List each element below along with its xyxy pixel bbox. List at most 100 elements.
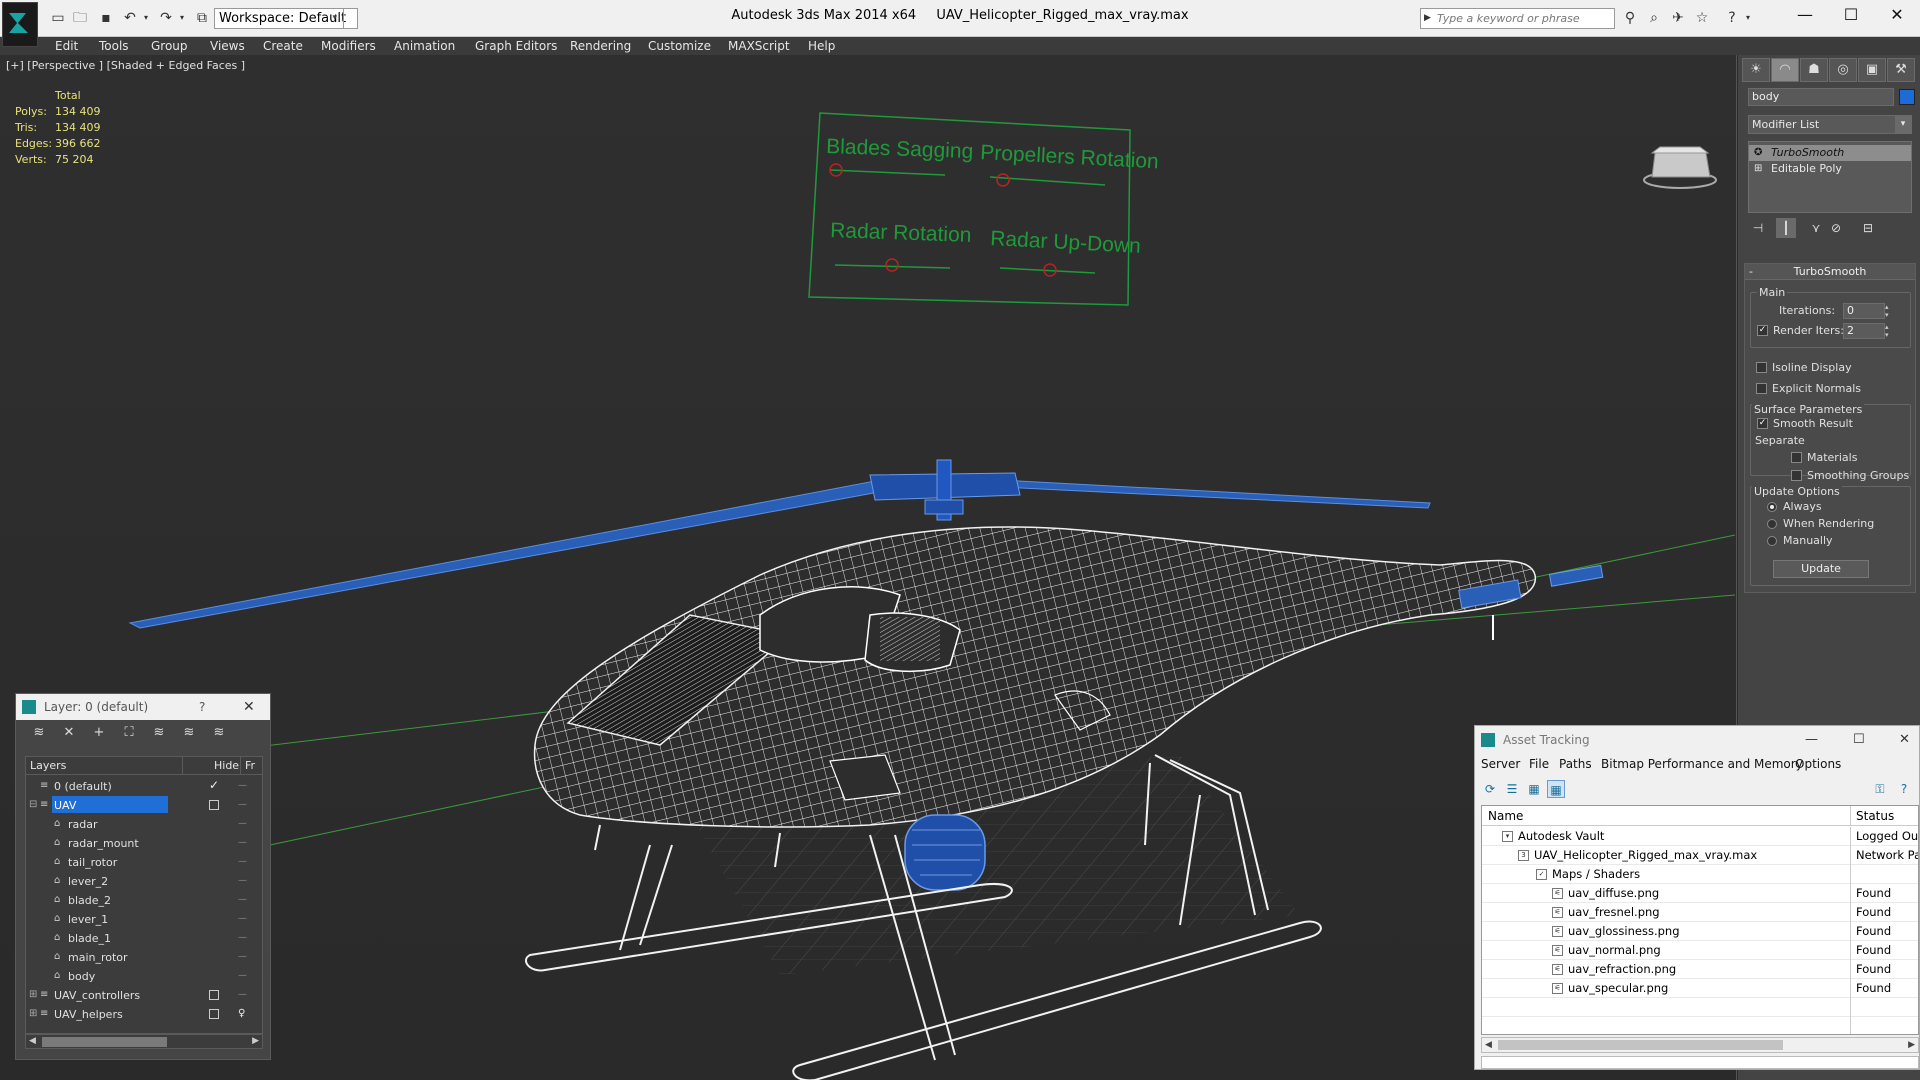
help-dropdown-icon[interactable]: ▾: [1738, 9, 1758, 27]
asset-menu-file[interactable]: File: [1529, 754, 1549, 774]
search-tools-icon[interactable]: ⌕: [1644, 9, 1664, 27]
freeze-toggle[interactable]: ––: [238, 833, 258, 852]
delete-layer-icon[interactable]: ✕: [60, 724, 78, 742]
explicit-normals-checkbox[interactable]: [1756, 383, 1767, 394]
lightbulb-icon[interactable]: ♀: [238, 1004, 245, 1023]
hide-column-header[interactable]: Hide: [214, 757, 239, 775]
favorites-star-icon[interactable]: ☆: [1692, 9, 1712, 27]
layer-row[interactable]: ⊞ ≡ UAV_helpers ♀: [26, 1004, 262, 1023]
menu-tools[interactable]: Tools: [99, 37, 129, 55]
rollout-header[interactable]: - TurboSmooth: [1745, 264, 1915, 280]
server-login-icon[interactable]: ⚿: [1871, 780, 1889, 798]
hide-all-icon[interactable]: ≋: [180, 724, 198, 742]
asset-row[interactable]: ⚟ uav_refraction.png Found: [1482, 960, 1918, 979]
menu-help[interactable]: Help: [808, 37, 835, 55]
freeze-toggle[interactable]: ––: [238, 928, 258, 947]
menu-edit[interactable]: Edit: [55, 37, 78, 55]
stack-item-editable-poly[interactable]: ⊞ Editable Poly: [1749, 161, 1911, 177]
iterations-spinner[interactable]: 0 ▴ ▾: [1843, 303, 1889, 319]
scroll-left-icon[interactable]: ◀: [1485, 1038, 1492, 1052]
highlight-layer-icon[interactable]: ≋: [150, 724, 168, 742]
stack-item-turbosmooth[interactable]: ✪ TurboSmooth: [1749, 145, 1911, 161]
freeze-all-icon[interactable]: ≋: [210, 724, 228, 742]
configure-sets-icon[interactable]: ⊟: [1858, 218, 1878, 238]
separate-materials-checkbox[interactable]: [1791, 452, 1802, 463]
pin-stack-icon[interactable]: ⊣: [1748, 218, 1768, 238]
asset-window-titlebar[interactable]: Asset Tracking — ☐ ✕: [1475, 726, 1919, 754]
freeze-toggle[interactable]: ––: [238, 890, 258, 909]
undo-dropdown-icon[interactable]: ▾: [136, 9, 156, 27]
radar-rotation-slider-handle[interactable]: [885, 258, 899, 272]
project-folder-icon[interactable]: ⧉: [192, 9, 212, 27]
close-icon[interactable]: ✕: [243, 694, 255, 720]
workspace-expand-button[interactable]: [343, 8, 358, 29]
layer-row[interactable]: ⌂ lever_2 ––: [26, 871, 262, 890]
expand-plus-icon[interactable]: ⊞: [1754, 161, 1762, 177]
menu-customize[interactable]: Customize: [648, 37, 711, 55]
binoculars-icon[interactable]: ⚲: [1620, 9, 1640, 27]
new-layer-icon[interactable]: ≋: [30, 724, 48, 742]
object-color-swatch[interactable]: [1899, 89, 1915, 105]
freeze-column-header[interactable]: Fr: [245, 757, 255, 775]
isoline-display-checkbox[interactable]: [1756, 362, 1767, 373]
asset-row[interactable]: ✓ Maps / Shaders: [1482, 865, 1918, 884]
workspace-dropdown[interactable]: Workspace: Default ▾: [214, 8, 358, 29]
communication-center-icon[interactable]: ✈: [1668, 9, 1688, 27]
freeze-toggle[interactable]: ––: [238, 814, 258, 833]
lightbulb-icon[interactable]: ✪: [1754, 145, 1762, 161]
viewcube[interactable]: [1643, 146, 1717, 189]
menu-modifiers[interactable]: Modifiers: [321, 37, 376, 55]
layer-row[interactable]: ⌂ lever_1 ––: [26, 909, 262, 928]
update-always-radio[interactable]: [1767, 502, 1777, 512]
hide-toggle[interactable]: [209, 1009, 219, 1019]
horizontal-scrollbar[interactable]: ◀ ▶: [1481, 1037, 1919, 1053]
thumbnail-view-icon[interactable]: ▦: [1525, 780, 1543, 798]
layer-help-button[interactable]: ?: [199, 694, 205, 720]
menu-animation[interactable]: Animation: [394, 37, 455, 55]
menu-maxscript[interactable]: MAXScript: [728, 37, 790, 55]
render-iters-checkbox[interactable]: ✓: [1757, 325, 1768, 336]
display-tab-icon[interactable]: ▣: [1858, 58, 1886, 82]
expand-plus-icon[interactable]: ⊞: [29, 985, 37, 1004]
new-file-icon[interactable]: ▭: [48, 9, 68, 27]
maximize-button[interactable]: ☐: [1828, 0, 1874, 30]
utilities-tab-icon[interactable]: ⚒: [1887, 58, 1915, 82]
menu-rendering[interactable]: Rendering: [570, 37, 631, 55]
freeze-toggle[interactable]: ––: [238, 795, 258, 814]
layer-row[interactable]: ⊟ ≡ UAV ––: [26, 795, 262, 814]
close-button[interactable]: ✕: [1874, 0, 1920, 30]
asset-row[interactable]: ⚟ uav_normal.png Found: [1482, 941, 1918, 960]
layer-row[interactable]: ⌂ main_rotor ––: [26, 947, 262, 966]
rig-control-panel[interactable]: Blades Sagging Propellers Rotation Radar…: [808, 112, 1159, 306]
show-end-result-icon[interactable]: ┃: [1776, 218, 1796, 238]
asset-menu-options[interactable]: Options: [1795, 754, 1841, 774]
help-icon[interactable]: ?: [1895, 780, 1913, 798]
asset-row[interactable]: ⚟ uav_specular.png Found: [1482, 979, 1918, 998]
asset-menu-bitmap-performance[interactable]: Bitmap Performance and Memory: [1601, 754, 1803, 774]
update-when-rendering-radio[interactable]: [1767, 519, 1777, 529]
scroll-right-icon[interactable]: ▶: [1908, 1038, 1915, 1052]
layer-row[interactable]: ⌂ tail_rotor ––: [26, 852, 262, 871]
hide-toggle[interactable]: [209, 990, 219, 1000]
layer-row[interactable]: ⌂ blade_2 ––: [26, 890, 262, 909]
layers-column-header[interactable]: Layers: [30, 757, 66, 775]
freeze-toggle[interactable]: ––: [238, 985, 258, 1004]
menu-group[interactable]: Group: [151, 37, 188, 55]
create-tab-icon[interactable]: ☀: [1742, 58, 1770, 82]
freeze-toggle[interactable]: ––: [238, 947, 258, 966]
freeze-toggle[interactable]: ––: [238, 871, 258, 890]
close-icon[interactable]: ✕: [1899, 726, 1910, 754]
scroll-right-icon[interactable]: ▶: [252, 1035, 259, 1048]
asset-row[interactable]: 3 UAV_Helicopter_Rigged_max_vray.max Netwo…: [1482, 846, 1918, 865]
radar[interactable]: [904, 814, 986, 891]
scroll-thumb[interactable]: [1498, 1040, 1783, 1050]
separate-smoothing-groups-checkbox[interactable]: [1791, 470, 1802, 481]
add-to-layer-icon[interactable]: +: [90, 724, 108, 742]
table-view-icon[interactable]: ▦: [1547, 780, 1565, 798]
save-file-icon[interactable]: ▪: [96, 9, 116, 27]
freeze-toggle[interactable]: ––: [238, 776, 258, 795]
smooth-result-checkbox[interactable]: ✓: [1757, 418, 1768, 429]
hide-toggle[interactable]: [209, 800, 219, 810]
hierarchy-tab-icon[interactable]: ☗: [1800, 58, 1828, 82]
layer-row[interactable]: ⌂ radar ––: [26, 814, 262, 833]
